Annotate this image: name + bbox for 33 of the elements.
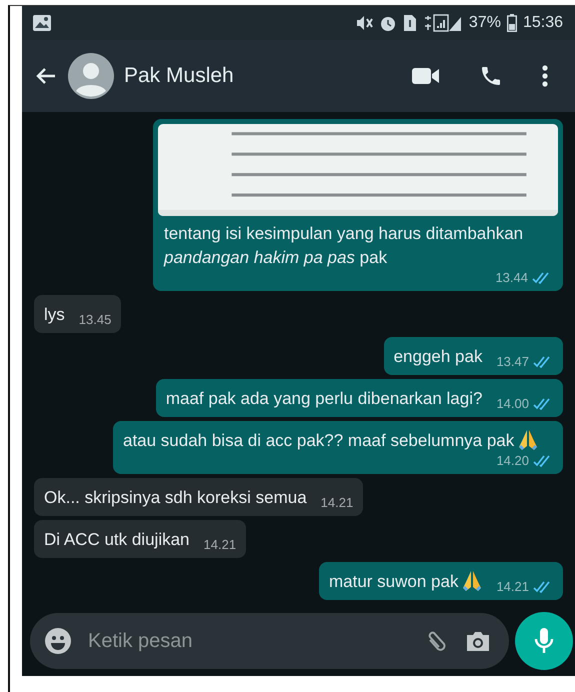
- signal-icon: [422, 14, 463, 32]
- message-time: 14.21: [204, 537, 236, 552]
- mute-icon: [354, 15, 373, 31]
- clock: 15:36: [522, 14, 563, 32]
- gallery-icon: [32, 14, 52, 32]
- message-text: atau sudah bisa di acc pak?? maaf sebelumnya pak: [123, 430, 514, 452]
- sim-card-icon: [402, 14, 417, 32]
- message-time: 14.21: [320, 495, 354, 510]
- message-time: 13.44: [495, 270, 528, 285]
- more-options-icon[interactable]: [541, 64, 549, 88]
- alarm-icon: [378, 14, 397, 32]
- camera-icon[interactable]: [465, 629, 491, 653]
- message-text: lys: [44, 304, 65, 326]
- message-text: tentang isi kesimpulan yang harus ditambahkan pandangan hakim pa pas pak: [164, 223, 524, 269]
- message-time: 14.00: [496, 396, 529, 411]
- contact-name[interactable]: Pak Musleh: [124, 64, 234, 88]
- message-text: enggeh pak: [394, 346, 482, 368]
- phone-icon[interactable]: [479, 64, 503, 88]
- message-text: Ok... skripsinya sdh koreksi semua: [44, 487, 307, 509]
- smiley-icon[interactable]: [44, 627, 72, 655]
- message-time: 14.21: [496, 579, 529, 594]
- message-time: 13.45: [78, 312, 112, 327]
- video-camera-icon[interactable]: [411, 66, 441, 86]
- battery-percentage: 37%: [468, 14, 501, 32]
- message-time: 13.47: [496, 354, 529, 369]
- message-text: matur suwon pak: [329, 571, 458, 593]
- message-text: Di ACC utk diujikan: [44, 529, 190, 551]
- message-input[interactable]: Ketik pesan: [30, 613, 509, 669]
- avatar[interactable]: [68, 53, 114, 99]
- battery-icon: [506, 14, 517, 32]
- microphone-icon: [534, 627, 554, 655]
- message-time: 14.20: [496, 453, 529, 468]
- message-text: maaf pak ada yang perlu dibenarkan lagi?: [166, 388, 482, 410]
